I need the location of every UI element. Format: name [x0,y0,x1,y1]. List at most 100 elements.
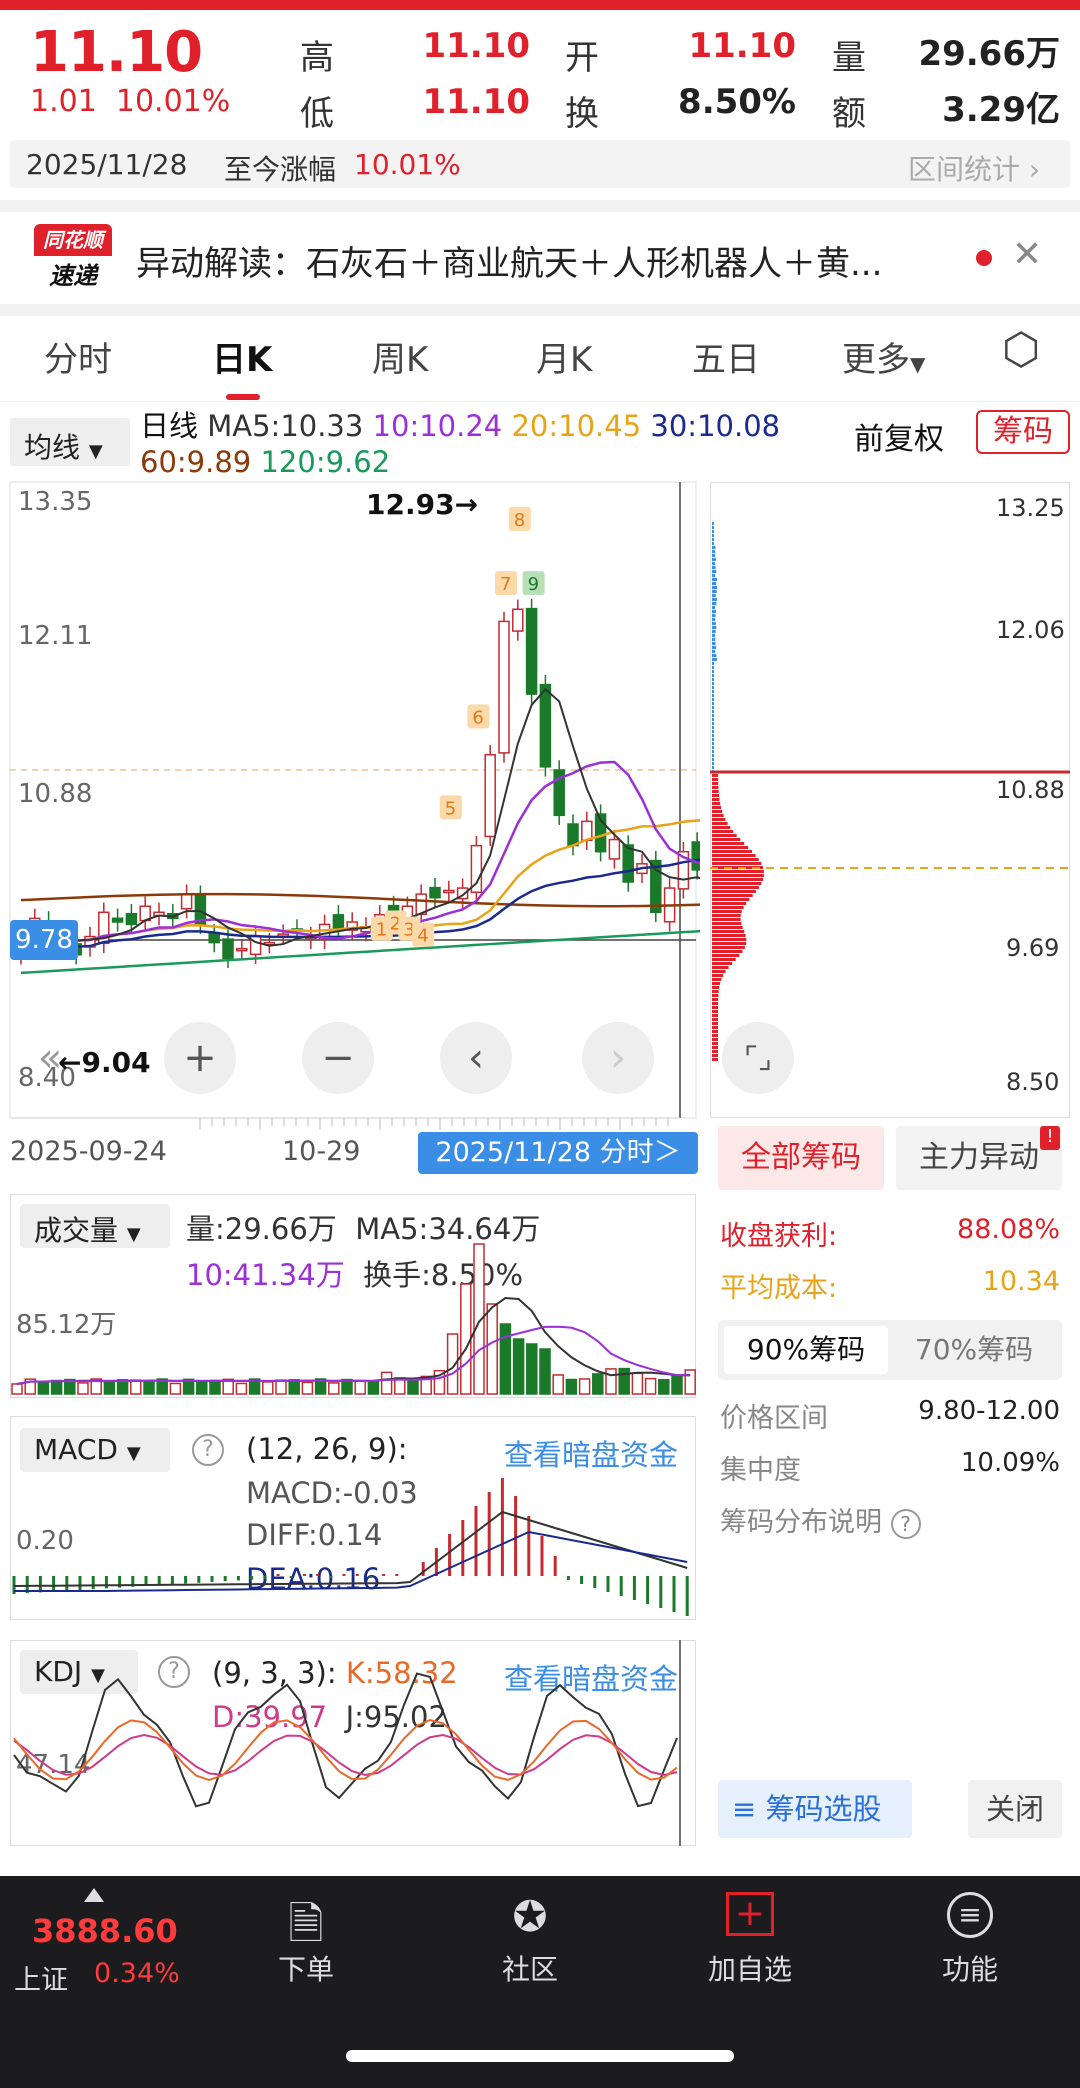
collapse-left-icon[interactable]: « [14,1022,86,1094]
chip-price-1: 13.25 [996,494,1065,522]
ma-selector[interactable]: 均线 ▼ [10,418,130,466]
chip-bar [712,710,714,713]
chip-bar [712,714,714,717]
menu-circle-icon: ≡ [947,1892,993,1938]
chip-bar [712,966,729,969]
chip-bar [712,606,715,609]
chip-bar [712,870,764,873]
chip-bar [712,558,716,561]
volume-bar [580,1379,590,1394]
tab-main-force[interactable]: 主力异动 [896,1126,1062,1190]
low-label: 低 [300,86,334,135]
candle-body [444,890,454,892]
chips-explain-link[interactable]: 筹码分布说明 ? [720,1500,921,1539]
volume-bar [566,1379,576,1394]
chip-bar [712,858,759,861]
range-stats-link[interactable]: 区间统计 › [908,148,1040,188]
volume-bar [210,1381,220,1394]
chip-bar [712,662,714,665]
tab-intraday[interactable]: 分时 [44,332,112,381]
chip-stock-select-button[interactable]: ≡ 筹码选股 [718,1780,912,1838]
candle-body [209,934,219,943]
chip-bar [712,522,714,525]
chip-bar [712,938,746,941]
selected-date-intraday-link[interactable]: 2025/11/28 分时＞ [418,1132,698,1174]
document-icon: 🗎 [226,1892,386,1948]
date-line: 2025/11/28 至今涨幅 10.01% 区间统计 › [10,140,1070,188]
open-label: 开 [565,30,599,79]
candle-body [126,914,136,925]
candle-body [582,821,592,840]
pct70-button[interactable]: 70%筹码 [892,1326,1056,1374]
tab-weekly[interactable]: 周K [372,332,428,381]
kline-chart[interactable]: 1 2 3 456789 13.35 12.11 10.88 8.40 12.93→ … [0,480,700,1220]
volume-bar [646,1379,656,1394]
chips-toggle-button[interactable]: 筹码 [976,410,1070,454]
chip-bar [712,570,716,573]
tab-more[interactable]: 更多▼ [842,332,925,381]
chip-bar [712,562,715,565]
chip-bar [712,958,736,961]
candle-body [430,888,440,898]
volume-bar [527,1344,537,1394]
date-start: 2025-09-24 [10,1136,167,1167]
volume-bar [487,1304,497,1394]
nav-order[interactable]: 🗎 下单 [226,1892,386,1988]
nav-functions[interactable]: ≡ 功能 [890,1892,1050,1988]
chip-bar [712,898,749,901]
chip-bar [712,830,733,833]
volume-bar [355,1381,365,1394]
chip-bar [712,746,714,749]
tab-five-day[interactable]: 五日 [692,332,760,381]
sequence-labels: 1 2 3 456789 [371,507,545,947]
zoom-out-button[interactable]: − [302,1022,374,1094]
scroll-left-button[interactable]: ‹ [440,1022,512,1094]
chip-bar [712,538,714,541]
chip-bar [712,658,717,661]
chip-bar [712,778,718,781]
candle-body [485,755,495,837]
chip-bar [712,618,715,621]
high-label: 高 [300,30,334,79]
chip-bar [712,670,714,673]
profit-label: 收盘获利: [720,1214,837,1253]
chip-bar [712,814,724,817]
pct90-button[interactable]: 90%筹码 [724,1326,888,1374]
chip-bar [712,1026,718,1029]
tab-all-chips[interactable]: 全部筹码 [718,1126,884,1190]
nav-community[interactable]: ✪ 社区 [450,1892,610,1988]
index-value[interactable]: 3888.60 [32,1912,178,1950]
tab-monthly[interactable]: 月K [536,332,592,381]
zoom-in-button[interactable]: + [164,1022,236,1094]
nav-add-watchlist[interactable]: + 加自选 [670,1892,830,1988]
candle-body [527,609,537,695]
amount-label: 额 [832,86,866,135]
index-up-arrow-icon [84,1888,104,1902]
help-icon: ? [891,1509,921,1539]
volume-bar [144,1382,154,1394]
chip-bar [712,1042,718,1045]
chip-bar [712,922,741,925]
chips-close-button[interactable]: 关闭 [968,1780,1062,1838]
ma5-value: MA5:10.33 [207,409,363,443]
settings-hex-icon[interactable]: ⬡ [1002,324,1040,375]
chip-bar [712,530,714,533]
volume-bar [461,1284,471,1394]
high-value: 11.10 [400,26,530,66]
close-icon[interactable]: ✕ [1012,234,1042,275]
volume-bar [302,1382,312,1394]
adjust-mode[interactable]: 前复权 [854,414,944,458]
chip-bar [712,602,716,605]
news-banner[interactable]: 同花顺 速递 异动解读：石灰石＋商业航天＋人形机器人＋黄... ✕ [0,200,1080,316]
tab-daily[interactable]: 日K [212,332,272,381]
chip-bar [712,794,719,797]
scroll-right-button[interactable]: › [582,1022,654,1094]
chip-bar [712,630,716,633]
chip-bar [712,854,756,857]
candle-body [513,609,523,631]
chip-bar [712,702,714,705]
plus-box-icon: + [726,1892,774,1936]
chip-bar [712,638,715,641]
diff-line [14,1512,687,1586]
chip-bar [712,1022,718,1025]
